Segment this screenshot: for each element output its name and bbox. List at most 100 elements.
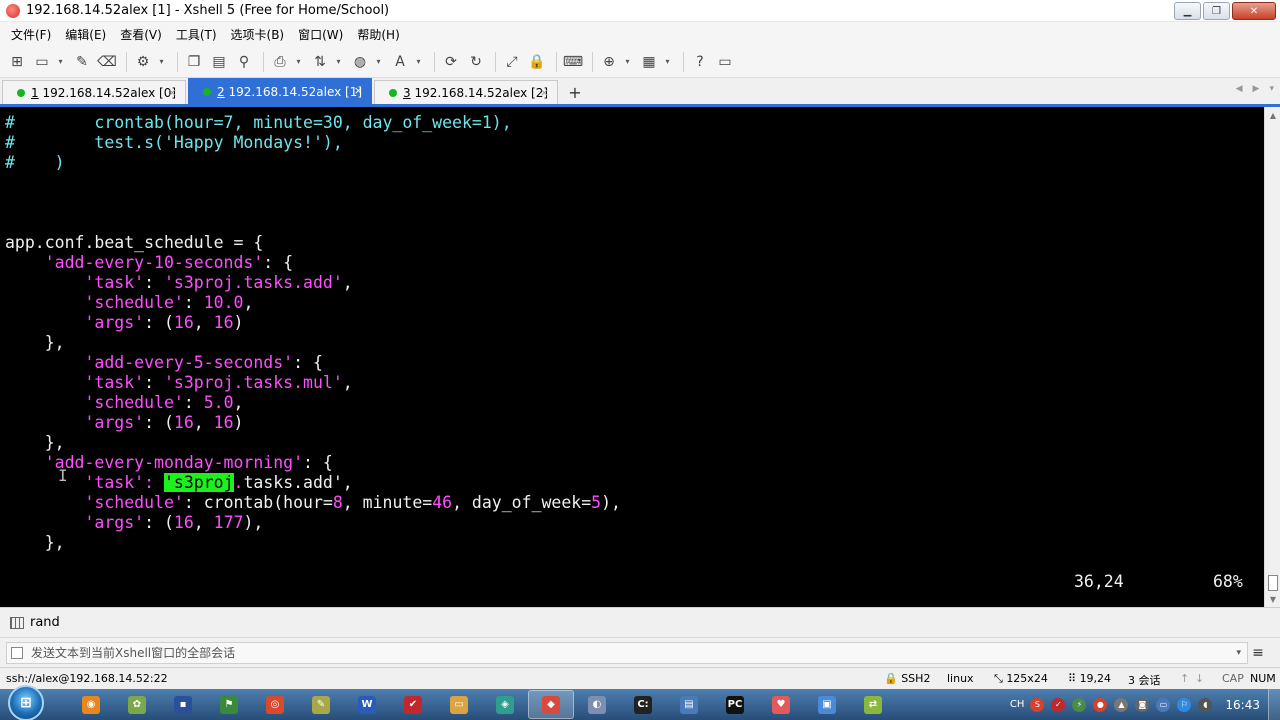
tray-lock-icon[interactable]: ▲ bbox=[1114, 697, 1129, 712]
tab-session-2[interactable]: 3 192.168.14.52alex [2] × bbox=[374, 80, 558, 104]
menu-help[interactable]: 帮助(H) bbox=[350, 26, 406, 43]
print-icon[interactable]: ⎙ bbox=[269, 51, 291, 73]
tray-flag-icon[interactable]: ⚐ bbox=[1177, 697, 1192, 712]
new-tab-button[interactable]: + bbox=[564, 81, 586, 103]
menu-window[interactable]: 窗口(W) bbox=[291, 26, 350, 43]
tab-close-icon[interactable]: × bbox=[354, 84, 363, 97]
tab-close-icon[interactable]: × bbox=[540, 86, 549, 99]
tray-net-icon[interactable]: ⚡ bbox=[1072, 697, 1087, 712]
tray-cam-icon[interactable]: ◙ bbox=[1135, 697, 1150, 712]
toolbar-separator bbox=[556, 51, 557, 72]
taskbar-app-xftp[interactable]: ⇄ bbox=[850, 690, 896, 719]
print-dropdown-icon[interactable]: ▾ bbox=[294, 51, 303, 73]
send-checkbox[interactable] bbox=[11, 646, 23, 659]
tab-session-0[interactable]: 1 192.168.14.52alex [0] × bbox=[2, 80, 186, 104]
terminal-view[interactable]: # crontab(hour=7, minute=30, day_of_week… bbox=[0, 107, 1264, 607]
paste-icon[interactable]: ▤ bbox=[208, 51, 230, 73]
taskbar-app-notepad[interactable]: ✎ bbox=[298, 690, 344, 719]
disconnect-icon[interactable]: ⌫ bbox=[96, 51, 118, 73]
close-button[interactable]: ✕ bbox=[1232, 2, 1276, 20]
new-session-icon[interactable]: ⊞ bbox=[6, 51, 28, 73]
maximize-button[interactable]: ❐ bbox=[1203, 2, 1230, 20]
tab-label: 192.168.14.52alex [1] bbox=[228, 84, 363, 99]
tab-menu-icon[interactable]: ▾ bbox=[1269, 84, 1274, 94]
menu-tools[interactable]: 工具(T) bbox=[169, 26, 224, 43]
taskbar-app-disk[interactable]: ◐ bbox=[574, 690, 620, 719]
tray-rec-icon[interactable]: ● bbox=[1093, 697, 1108, 712]
tab-session-1[interactable]: 2 192.168.14.52alex [1] × bbox=[188, 78, 372, 104]
taskbar-app-window[interactable]: ▤ bbox=[666, 690, 712, 719]
open-dropdown-icon[interactable]: ▾ bbox=[56, 51, 65, 73]
minimize-button[interactable]: ▁ bbox=[1174, 2, 1201, 20]
help-icon[interactable]: ? bbox=[689, 51, 711, 73]
tab-next-icon[interactable]: ▶ bbox=[1253, 84, 1260, 94]
quick-command-bar[interactable]: rand bbox=[0, 607, 1280, 637]
lock-icon[interactable]: 🔒 bbox=[526, 51, 548, 73]
compose-menu-icon[interactable]: ≡ bbox=[1248, 645, 1268, 661]
tray-monitor-icon[interactable]: ▭ bbox=[1156, 697, 1171, 712]
scroll-thumb[interactable] bbox=[1268, 575, 1278, 591]
xftp-icon[interactable]: ⟳ bbox=[440, 51, 462, 73]
tab-label: 192.168.14.52alex [2] bbox=[414, 85, 549, 100]
language-indicator[interactable]: CH bbox=[1010, 699, 1025, 710]
send-dropdown-icon[interactable]: ▾ bbox=[1236, 648, 1241, 658]
taskbar-app-pycharm[interactable]: PC bbox=[712, 690, 758, 719]
font-dropdown-icon[interactable]: ▾ bbox=[414, 51, 423, 73]
taskbar-app-firefox[interactable]: ◉ bbox=[68, 690, 114, 719]
download-icon: ↓ bbox=[1195, 672, 1205, 685]
find-icon[interactable]: ⚲ bbox=[233, 51, 255, 73]
transfer-icon[interactable]: ⇅ bbox=[309, 51, 331, 73]
taskbar-app-app[interactable]: ◈ bbox=[482, 690, 528, 719]
compose-icon[interactable]: ⊕ bbox=[598, 51, 620, 73]
layout-dropdown-icon[interactable]: ▾ bbox=[663, 51, 672, 73]
show-desktop-button[interactable] bbox=[1268, 689, 1280, 720]
taskbar-app-heart[interactable]: ♥ bbox=[758, 690, 804, 719]
keyboard-icon[interactable]: ⌨ bbox=[562, 51, 584, 73]
globe-dropdown-icon[interactable]: ▾ bbox=[374, 51, 383, 73]
tab-prev-icon[interactable]: ◀ bbox=[1236, 84, 1243, 94]
taskbar-app-chrome[interactable]: ◎ bbox=[252, 690, 298, 719]
caps-lock-indicator: CAP bbox=[1222, 672, 1244, 685]
menu-edit[interactable]: 编辑(E) bbox=[58, 26, 113, 43]
scroll-up-icon[interactable]: ▲ bbox=[1265, 107, 1280, 123]
scroll-down-icon[interactable]: ▼ bbox=[1265, 591, 1280, 607]
taskbar-app-tool[interactable]: ⚑ bbox=[206, 690, 252, 719]
fullscreen-icon[interactable]: ⤢ bbox=[501, 51, 523, 73]
taskbar-app-paint[interactable]: ✿ bbox=[114, 690, 160, 719]
taskbar-app-word[interactable]: W bbox=[344, 690, 390, 719]
layout-icon[interactable]: ▦ bbox=[638, 51, 660, 73]
compose-dropdown-icon[interactable]: ▾ bbox=[623, 51, 632, 73]
font-icon[interactable]: A bbox=[389, 51, 411, 73]
terminal-line: 'schedule': crontab(hour=8, minute=46, d… bbox=[84, 493, 621, 512]
taskbar-app-cmd[interactable]: C: bbox=[620, 690, 666, 719]
properties-dropdown-icon[interactable]: ▾ bbox=[157, 51, 166, 73]
properties-icon[interactable]: ⚙ bbox=[132, 51, 154, 73]
copy-icon[interactable]: ❐ bbox=[183, 51, 205, 73]
taskbar-app-explorer[interactable]: ▭ bbox=[436, 690, 482, 719]
menu-view[interactable]: 查看(V) bbox=[113, 26, 169, 43]
reconnect-icon[interactable]: ✎ bbox=[71, 51, 93, 73]
menu-tabs[interactable]: 选项卡(B) bbox=[224, 26, 292, 43]
terminal-scrollbar[interactable]: ▲ ▼ bbox=[1264, 107, 1280, 607]
terminal-line: # ) bbox=[5, 153, 65, 172]
taskbar-app-save[interactable]: ▪ bbox=[160, 690, 206, 719]
taskbar-app-remote[interactable]: ▣ bbox=[804, 690, 850, 719]
transfer-dropdown-icon[interactable]: ▾ bbox=[334, 51, 343, 73]
xshell-app-icon[interactable] bbox=[6, 3, 20, 18]
clock[interactable]: 16:43 bbox=[1225, 698, 1260, 712]
chat-icon[interactable]: ▭ bbox=[714, 51, 736, 73]
tray-s-icon[interactable]: S bbox=[1030, 697, 1045, 712]
send-to-all-sessions-input[interactable]: 发送文本到当前Xshell窗口的全部会话 ▾ bbox=[6, 641, 1248, 664]
menu-file[interactable]: 文件(F) bbox=[4, 26, 58, 43]
taskbar-app-vpn[interactable]: ✔ bbox=[390, 690, 436, 719]
tray-volume-icon[interactable]: ◖ bbox=[1198, 697, 1213, 712]
open-session-icon[interactable]: ▭ bbox=[31, 51, 53, 73]
tab-close-icon[interactable]: × bbox=[168, 86, 177, 99]
taskbar-app-xshell[interactable]: ◆ bbox=[528, 690, 574, 719]
globe-icon[interactable]: ◍ bbox=[349, 51, 371, 73]
xmanager-icon[interactable]: ↻ bbox=[465, 51, 487, 73]
quick-command-label[interactable]: rand bbox=[30, 615, 60, 630]
start-button[interactable]: ⊞ bbox=[8, 684, 44, 720]
tray-v-icon[interactable]: ✓ bbox=[1051, 697, 1066, 712]
terminal-line: 'add-every-5-seconds': { bbox=[84, 353, 323, 372]
